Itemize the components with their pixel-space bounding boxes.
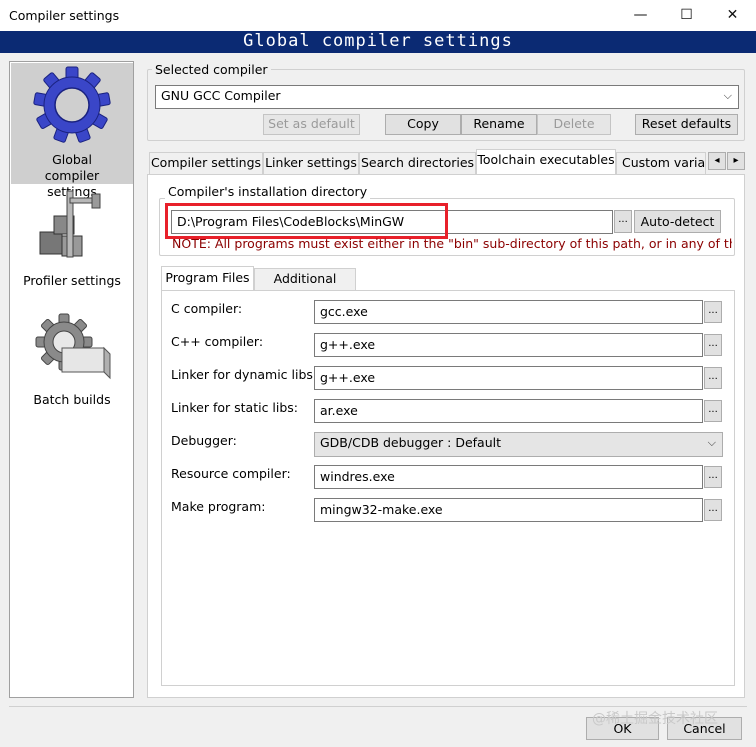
sidebar-item-global-compiler[interactable]: Global compiler settings <box>11 63 133 199</box>
debugger-label: Debugger: <box>171 433 237 448</box>
sidebar-item-label: Profiler settings <box>23 273 121 288</box>
compiler-select[interactable]: GNU GCC Compiler ⌵ <box>155 85 739 109</box>
footer-divider <box>9 706 747 707</box>
minimize-icon[interactable]: — <box>618 0 663 31</box>
chevron-down-icon: ⌵ <box>723 89 732 102</box>
cpp-compiler-browse-button[interactable]: ... <box>704 334 722 356</box>
c-compiler-label: C compiler: <box>171 301 243 316</box>
auto-detect-button[interactable]: Auto-detect <box>634 210 721 233</box>
gear-icon <box>33 66 111 143</box>
caliper-icon <box>39 190 101 258</box>
rename-button[interactable]: Rename <box>461 114 537 135</box>
tab-compiler-settings[interactable]: Compiler settings <box>149 152 263 174</box>
install-dir-note: NOTE: All programs must exist either in … <box>172 236 732 251</box>
sidebar: Global compiler settings Profiler settin… <box>9 61 134 698</box>
tab-linker-settings[interactable]: Linker settings <box>263 152 359 174</box>
tab-toolchain-executables[interactable]: Toolchain executables <box>476 149 616 174</box>
install-dir-browse-button[interactable]: ... <box>614 210 632 233</box>
resource-compiler-label: Resource compiler: <box>171 466 291 481</box>
install-dir-title: Compiler's installation directory <box>165 184 371 199</box>
linker-static-field[interactable]: ar.exe <box>314 399 703 423</box>
c-compiler-field[interactable]: gcc.exe <box>314 300 703 324</box>
chevron-down-icon: ⌵ <box>707 436 716 449</box>
window-title: Compiler settings <box>9 8 120 23</box>
debugger-select[interactable]: GDB/CDB debugger : Default ⌵ <box>314 432 723 457</box>
cpp-compiler-label: C++ compiler: <box>171 334 264 349</box>
tab-search-directories[interactable]: Search directories <box>359 152 476 174</box>
settings-banner: Global compiler settings <box>0 31 756 53</box>
sidebar-item-profiler[interactable]: Profiler settings <box>11 186 133 294</box>
make-program-label: Make program: <box>171 499 266 514</box>
batch-gear-icon <box>35 313 111 380</box>
tab-scroll-right-icon[interactable]: ▸ <box>727 152 745 170</box>
set-as-default-button[interactable]: Set as default <box>263 114 360 135</box>
resource-compiler-browse-button[interactable]: ... <box>704 466 722 488</box>
highlight-box <box>165 203 448 239</box>
sidebar-item-label: Batch builds <box>33 392 111 407</box>
linker-static-browse-button[interactable]: ... <box>704 400 722 422</box>
cpp-compiler-field[interactable]: g++.exe <box>314 333 703 357</box>
tab-scroll-left-icon[interactable]: ◂ <box>708 152 726 170</box>
c-compiler-browse-button[interactable]: ... <box>704 301 722 323</box>
reset-defaults-button[interactable]: Reset defaults <box>635 114 738 135</box>
watermark: @稀土掘金技术社区 <box>592 711 718 727</box>
tab-custom-variables[interactable]: Custom variab <box>616 152 706 174</box>
linker-static-label: Linker for static libs: <box>171 400 299 415</box>
linker-dynamic-browse-button[interactable]: ... <box>704 367 722 389</box>
linker-dynamic-field[interactable]: g++.exe <box>314 366 703 390</box>
maximize-icon[interactable]: ☐ <box>664 0 709 31</box>
resource-compiler-field[interactable]: windres.exe <box>314 465 703 489</box>
sidebar-item-batch-builds[interactable]: Batch builds <box>11 312 133 412</box>
subtab-additional-paths[interactable]: Additional Paths <box>254 268 356 306</box>
subtab-program-files[interactable]: Program Files <box>161 266 254 290</box>
selected-compiler-title: Selected compiler <box>152 62 271 77</box>
make-program-browse-button[interactable]: ... <box>704 499 722 521</box>
delete-button[interactable]: Delete <box>537 114 611 135</box>
copy-button[interactable]: Copy <box>385 114 461 135</box>
compiler-select-value: GNU GCC Compiler <box>161 88 281 103</box>
make-program-field[interactable]: mingw32-make.exe <box>314 498 703 522</box>
close-icon[interactable]: ✕ <box>710 0 755 31</box>
debugger-select-value: GDB/CDB debugger : Default <box>320 435 502 450</box>
title-bar: Compiler settings — ☐ ✕ <box>0 0 756 31</box>
linker-dynamic-label: Linker for dynamic libs: <box>171 367 318 382</box>
